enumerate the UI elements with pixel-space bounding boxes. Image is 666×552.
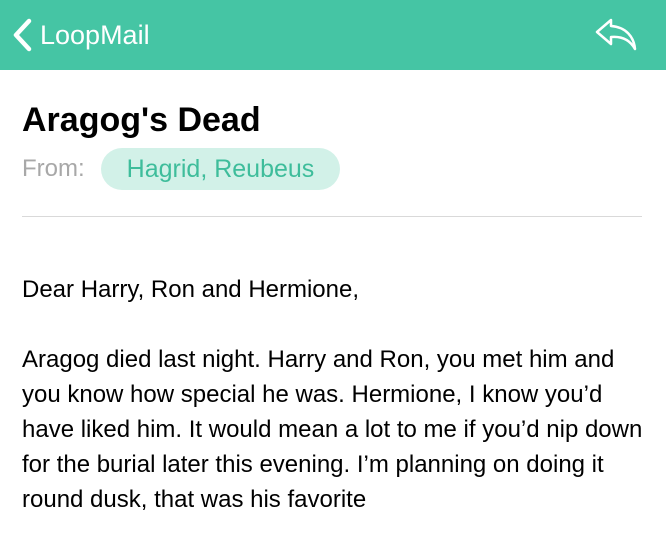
back-button[interactable]: LoopMail (12, 14, 150, 56)
email-subject: Aragog's Dead (22, 101, 261, 139)
from-label: From: (22, 155, 85, 182)
chevron-left-icon (13, 18, 32, 52)
from-row: From: Hagrid, Reubeus (22, 148, 341, 190)
email-greeting: Dear Harry, Ron and Hermione, (22, 276, 360, 303)
reply-arrow-icon[interactable] (594, 16, 638, 52)
back-label: LoopMail (40, 20, 150, 50)
sender-chip[interactable]: Hagrid, Reubeus (100, 148, 341, 190)
email-body: Dear Harry, Ron and Hermione, Aragog die… (22, 272, 647, 552)
email-paragraph: Aragog died last night. Harry and Ron, y… (22, 346, 643, 513)
divider (22, 216, 642, 217)
navigation-bar: LoopMail (0, 0, 666, 70)
